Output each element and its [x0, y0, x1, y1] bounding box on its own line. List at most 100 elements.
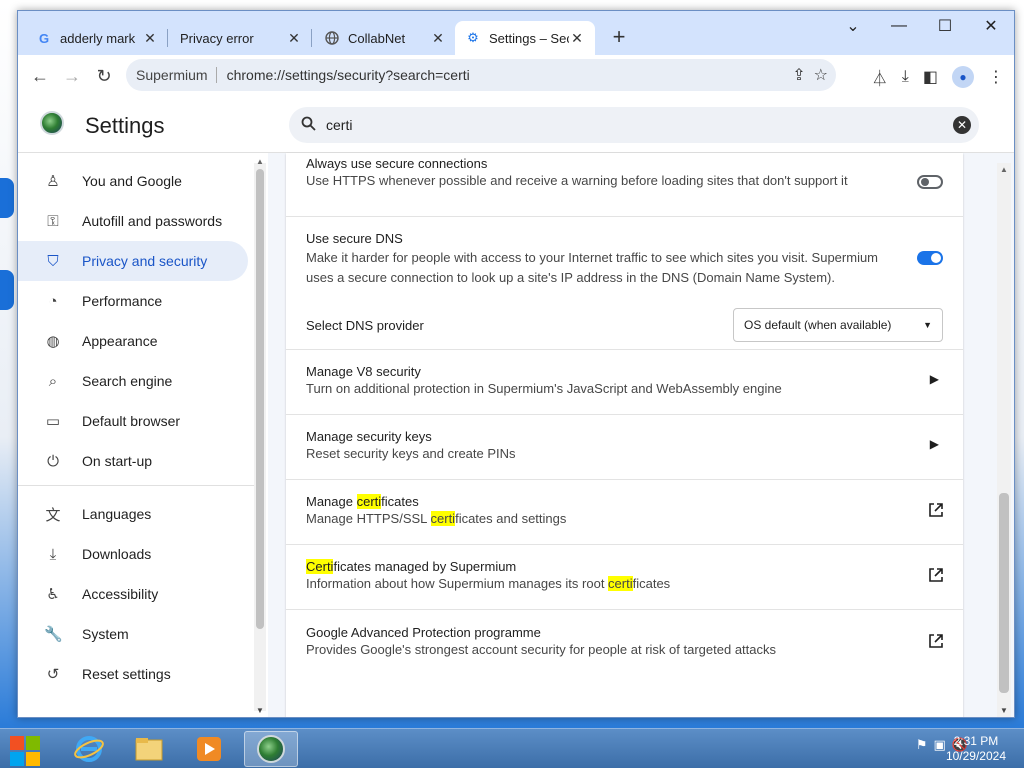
secure-dns-toggle[interactable] — [917, 251, 943, 265]
sidebar-item-search-engine[interactable]: ⌕ Search engine — [18, 361, 268, 401]
sidebar-item-you-and-google[interactable]: ♙ You and Google — [18, 161, 268, 201]
scrollbar-thumb[interactable] — [256, 169, 264, 629]
page-title: Settings — [85, 113, 165, 138]
key-icon: ⚿ — [47, 212, 59, 230]
setting-title: Google Advanced Protection programme — [306, 625, 541, 640]
close-window-button[interactable]: ✕ — [968, 11, 1014, 41]
browser-window-icon: ▭ — [45, 413, 61, 430]
sidebar-scrollbar[interactable]: ▲ ▼ — [254, 157, 266, 715]
search-highlight: certi — [430, 511, 456, 526]
clear-search-icon[interactable]: ✕ — [953, 116, 971, 134]
sidebar-item-label: Default browser — [82, 413, 181, 429]
setting-row-secure-connections[interactable]: Always use secure connections Use HTTPS … — [286, 153, 963, 217]
sidebar-item-system[interactable]: 🔧 System — [18, 614, 268, 654]
power-icon: ⏻ — [47, 452, 59, 470]
translate-icon: 文 — [45, 506, 61, 524]
labs-flask-icon[interactable]: ⏃ — [872, 65, 888, 89]
sidebar-item-accessibility[interactable]: ♿ Accessibility — [18, 574, 268, 614]
new-tab-button[interactable]: + — [606, 25, 632, 51]
open-external-icon[interactable] — [927, 502, 945, 520]
internet-explorer-icon[interactable] — [62, 731, 116, 767]
sidebar-item-appearance[interactable]: ◍ Appearance — [18, 321, 268, 361]
scroll-up-arrow-icon[interactable]: ▲ — [997, 165, 1011, 174]
profile-avatar-icon[interactable]: ● — [952, 66, 974, 88]
start-button[interactable] — [6, 733, 42, 766]
browser-window: G adderly mark ✕ Privacy error ✕ CollabN… — [17, 10, 1015, 718]
supermium-logo-icon — [40, 111, 64, 135]
address-bar[interactable]: Supermium chrome://settings/security?sea… — [126, 59, 836, 91]
setting-description: Turn on additional protection in Supermi… — [306, 381, 782, 396]
tab-privacy-error[interactable]: Privacy error ✕ — [170, 21, 312, 55]
sidebar-item-default-browser[interactable]: ▭ Default browser — [18, 401, 268, 441]
url-text[interactable]: chrome://settings/security?search=certi — [227, 67, 470, 83]
security-settings-card: Always use secure connections Use HTTPS … — [286, 153, 963, 717]
desktop-decoration — [0, 270, 14, 310]
sidebar-item-privacy[interactable]: ⛉ Privacy and security — [18, 241, 248, 281]
search-value[interactable]: certi — [326, 117, 352, 133]
menu-kebab-icon[interactable]: ⋮ — [988, 67, 1004, 87]
action-center-flag-icon[interactable]: ⚑ — [916, 737, 928, 753]
sidebar-item-on-startup[interactable]: ⏻ On start-up — [18, 441, 268, 481]
main-scrollbar[interactable]: ▲ ▼ — [997, 163, 1011, 717]
scrollbar-thumb[interactable] — [999, 493, 1009, 693]
tab-title: Privacy error — [180, 30, 254, 46]
media-player-icon[interactable] — [182, 731, 236, 767]
setting-description: Reset security keys and create PINs — [306, 446, 516, 461]
setting-title: Always use secure connections — [306, 156, 488, 171]
tab-settings[interactable]: ⚙ Settings – Sec ✕ — [455, 21, 595, 55]
dns-provider-selected: OS default (when available) — [744, 318, 892, 332]
setting-row-secure-dns[interactable]: Use secure DNS Make it harder for people… — [286, 217, 963, 303]
maximize-button[interactable]: ☐ — [922, 11, 968, 41]
settings-search-input[interactable]: certi ✕ — [289, 107, 979, 143]
open-external-icon[interactable] — [927, 633, 945, 651]
tab-title: Settings – Sec — [489, 30, 569, 46]
scroll-up-arrow-icon[interactable]: ▲ — [254, 157, 266, 166]
palette-icon: ◍ — [46, 333, 60, 350]
forward-button[interactable]: → — [56, 60, 88, 92]
sidebar-item-reset[interactable]: ↺ Reset settings — [18, 654, 268, 694]
tab-collabnet[interactable]: CollabNet ✕ — [314, 21, 456, 55]
tab-strip: G adderly mark ✕ Privacy error ✕ CollabN… — [18, 11, 1014, 55]
close-icon[interactable]: ✕ — [569, 30, 585, 47]
supermium-taskbar-icon[interactable] — [244, 731, 298, 767]
dns-provider-select[interactable]: OS default (when available) ▼ — [733, 308, 943, 342]
tab-search-chevron-down-icon[interactable]: ⌄ — [830, 11, 876, 41]
chevron-right-icon: ▶ — [929, 437, 939, 451]
scroll-down-arrow-icon[interactable]: ▼ — [997, 706, 1011, 715]
file-explorer-icon[interactable] — [122, 731, 176, 767]
tab-title: adderly mark — [60, 30, 136, 46]
bookmark-star-icon[interactable]: ☆ — [814, 65, 828, 85]
sidebar-item-downloads[interactable]: ⤓ Downloads — [18, 534, 268, 574]
sidebar-item-languages[interactable]: 文 Languages — [18, 494, 268, 534]
sidebar-item-autofill[interactable]: ⚿ Autofill and passwords — [18, 201, 268, 241]
minimize-button[interactable]: — — [876, 11, 922, 41]
setting-description: Make it harder for people with access to… — [306, 250, 879, 265]
download-icon[interactable]: ⤓ — [902, 68, 909, 86]
tab-title: CollabNet — [348, 30, 406, 46]
secure-connections-toggle[interactable] — [917, 175, 943, 189]
setting-row-security-keys[interactable]: Manage security keys Reset security keys… — [286, 415, 963, 480]
setting-row-manage-certificates[interactable]: Manage certificates Manage HTTPS/SSL cer… — [286, 480, 963, 545]
share-icon[interactable]: ⇪ — [792, 65, 805, 85]
setting-description: Use HTTPS whenever possible and receive … — [306, 173, 848, 188]
tab-adderly[interactable]: G adderly mark ✕ — [26, 21, 168, 55]
open-external-icon[interactable] — [927, 567, 945, 585]
sidebar-item-performance[interactable]: ◔ Performance — [18, 281, 268, 321]
sidebar-item-label: Performance — [82, 293, 163, 309]
close-icon[interactable]: ✕ — [430, 30, 446, 47]
setting-title: Manage V8 security — [306, 364, 421, 379]
taskbar-clock[interactable]: 2:31 PM 10/29/2024 — [946, 734, 1006, 764]
setting-row-certificates-managed[interactable]: Certificates managed by Supermium Inform… — [286, 545, 963, 610]
sidebar-item-label: Appearance — [82, 333, 158, 349]
setting-row-advanced-protection[interactable]: Google Advanced Protection programme Pro… — [286, 610, 963, 676]
clock-time: 2:31 PM — [953, 734, 999, 748]
network-icon[interactable]: ▣ — [934, 737, 946, 753]
back-button[interactable]: ← — [24, 60, 56, 92]
reload-button[interactable]: ↻ — [88, 60, 120, 92]
gear-icon: ⚙ — [467, 30, 479, 45]
close-icon[interactable]: ✕ — [286, 30, 302, 47]
close-icon[interactable]: ✕ — [142, 30, 158, 47]
scroll-down-arrow-icon[interactable]: ▼ — [254, 706, 266, 715]
setting-row-v8-security[interactable]: Manage V8 security Turn on additional pr… — [286, 350, 963, 415]
side-panel-icon[interactable]: ◧ — [923, 67, 938, 87]
